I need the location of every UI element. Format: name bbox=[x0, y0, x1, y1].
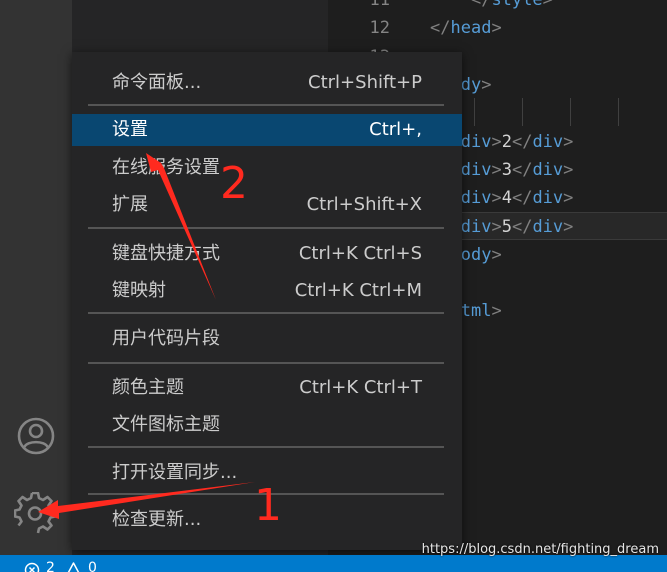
code-token: div bbox=[460, 217, 492, 238]
activity-bar bbox=[0, 0, 72, 555]
menu-item-keyboard-shortcuts[interactable]: 键盘快捷方式 Ctrl+K Ctrl+S bbox=[72, 238, 462, 270]
code-token: > bbox=[563, 159, 574, 180]
menu-item-shortcut: Ctrl+, bbox=[369, 119, 422, 140]
code-token: div bbox=[460, 188, 492, 209]
error-count[interactable]: 2 bbox=[46, 559, 55, 572]
menu-item-label: 打开设置同步... bbox=[112, 462, 238, 483]
annotation-number-2: 2 bbox=[220, 158, 248, 209]
code-token: > bbox=[563, 131, 574, 152]
code-token: </ bbox=[511, 159, 533, 180]
menu-item-user-snippets[interactable]: 用户代码片段 bbox=[72, 323, 462, 355]
menu-item-keymaps[interactable]: 键映射 Ctrl+K Ctrl+M bbox=[72, 275, 462, 307]
menu-item-file-icon-theme[interactable]: 文件图标主题 bbox=[72, 409, 462, 441]
watermark-text: https://blog.csdn.net/fighting_dream bbox=[421, 542, 659, 557]
warning-icon[interactable] bbox=[65, 561, 82, 572]
menu-item-online-services-settings[interactable]: 在线服务设置 bbox=[72, 152, 462, 184]
code-token: div bbox=[532, 159, 564, 180]
gear-icon[interactable] bbox=[14, 492, 56, 534]
code-token: 4 bbox=[501, 188, 512, 209]
code-token: div bbox=[460, 131, 492, 152]
menu-item-label: 扩展 bbox=[112, 194, 148, 215]
line-number: 12 bbox=[369, 18, 390, 39]
code-token: div bbox=[532, 131, 564, 152]
menu-item-shortcut: Ctrl+K Ctrl+M bbox=[294, 280, 422, 301]
code-line[interactable]: 11 </style> bbox=[328, 0, 667, 14]
menu-separator bbox=[88, 104, 444, 106]
indent-guide bbox=[618, 98, 619, 126]
menu-item-label: 键盘快捷方式 bbox=[112, 243, 220, 264]
code-token: > bbox=[491, 159, 502, 180]
menu-item-settings[interactable]: 设置 Ctrl+, bbox=[72, 114, 462, 146]
menu-item-label: 设置 bbox=[112, 119, 148, 140]
code-token: > bbox=[491, 131, 502, 152]
indent-guide bbox=[570, 98, 571, 126]
account-icon[interactable] bbox=[16, 416, 56, 456]
code-token: > bbox=[491, 18, 502, 39]
code-token: div bbox=[532, 188, 564, 209]
indent-guide bbox=[522, 98, 523, 126]
code-token: </ bbox=[511, 217, 533, 238]
menu-item-label: 键映射 bbox=[112, 280, 166, 301]
annotation-number-1: 1 bbox=[254, 480, 282, 531]
code-token: > bbox=[491, 301, 502, 322]
menu-item-label: 命令面板... bbox=[112, 72, 202, 93]
menu-item-shortcut: Ctrl+Shift+P bbox=[308, 72, 422, 93]
code-line[interactable]: 12 </head> bbox=[328, 14, 667, 42]
menu-item-label: 文件图标主题 bbox=[112, 414, 220, 435]
code-token: div bbox=[532, 217, 564, 238]
code-token: div bbox=[460, 159, 492, 180]
menu-item-shortcut: Ctrl+K Ctrl+S bbox=[298, 243, 422, 264]
menu-separator bbox=[88, 312, 444, 314]
menu-separator bbox=[88, 446, 444, 448]
menu-item-label: 用户代码片段 bbox=[112, 328, 220, 349]
code-token: > bbox=[542, 0, 553, 10]
code-token: > bbox=[563, 188, 574, 209]
code-token: > bbox=[481, 74, 492, 95]
warning-count[interactable]: 0 bbox=[88, 559, 97, 572]
status-bar: 2 0 bbox=[0, 555, 667, 572]
code-token: 3 bbox=[501, 159, 512, 180]
menu-item-color-theme[interactable]: 颜色主题 Ctrl+K Ctrl+T bbox=[72, 372, 462, 404]
menu-separator bbox=[88, 362, 444, 364]
line-code: </style> bbox=[430, 0, 553, 14]
code-token: > bbox=[491, 217, 502, 238]
code-token: > bbox=[563, 217, 574, 238]
code-token: 2 bbox=[501, 131, 512, 152]
code-token: head bbox=[450, 18, 492, 39]
menu-item-command-palette[interactable]: 命令面板... Ctrl+Shift+P bbox=[72, 67, 462, 99]
menu-item-shortcut: Ctrl+K Ctrl+T bbox=[299, 377, 422, 398]
menu-item-shortcut: Ctrl+Shift+X bbox=[306, 194, 422, 215]
code-token: </ bbox=[470, 0, 492, 10]
code-token: </ bbox=[430, 18, 451, 39]
code-token: style bbox=[491, 0, 543, 10]
code-token: </ bbox=[511, 131, 533, 152]
menu-item-label: 颜色主题 bbox=[112, 377, 184, 398]
code-token: 5 bbox=[501, 217, 512, 238]
menu-item-label: 在线服务设置 bbox=[112, 157, 220, 178]
line-code: </head> bbox=[430, 14, 502, 42]
code-token: > bbox=[491, 188, 502, 209]
menu-item-extensions[interactable]: 扩展 Ctrl+Shift+X bbox=[72, 189, 462, 221]
line-number: 11 bbox=[369, 0, 390, 10]
error-icon[interactable] bbox=[24, 562, 40, 572]
manage-context-menu: 命令面板... Ctrl+Shift+P 设置 Ctrl+, 在线服务设置 扩展 Ctrl+… bbox=[72, 52, 462, 550]
code-token: </ bbox=[511, 188, 533, 209]
menu-item-label: 检查更新... bbox=[112, 509, 202, 530]
menu-separator bbox=[88, 227, 444, 229]
code-token: > bbox=[491, 244, 502, 265]
indent-guide bbox=[474, 98, 475, 126]
